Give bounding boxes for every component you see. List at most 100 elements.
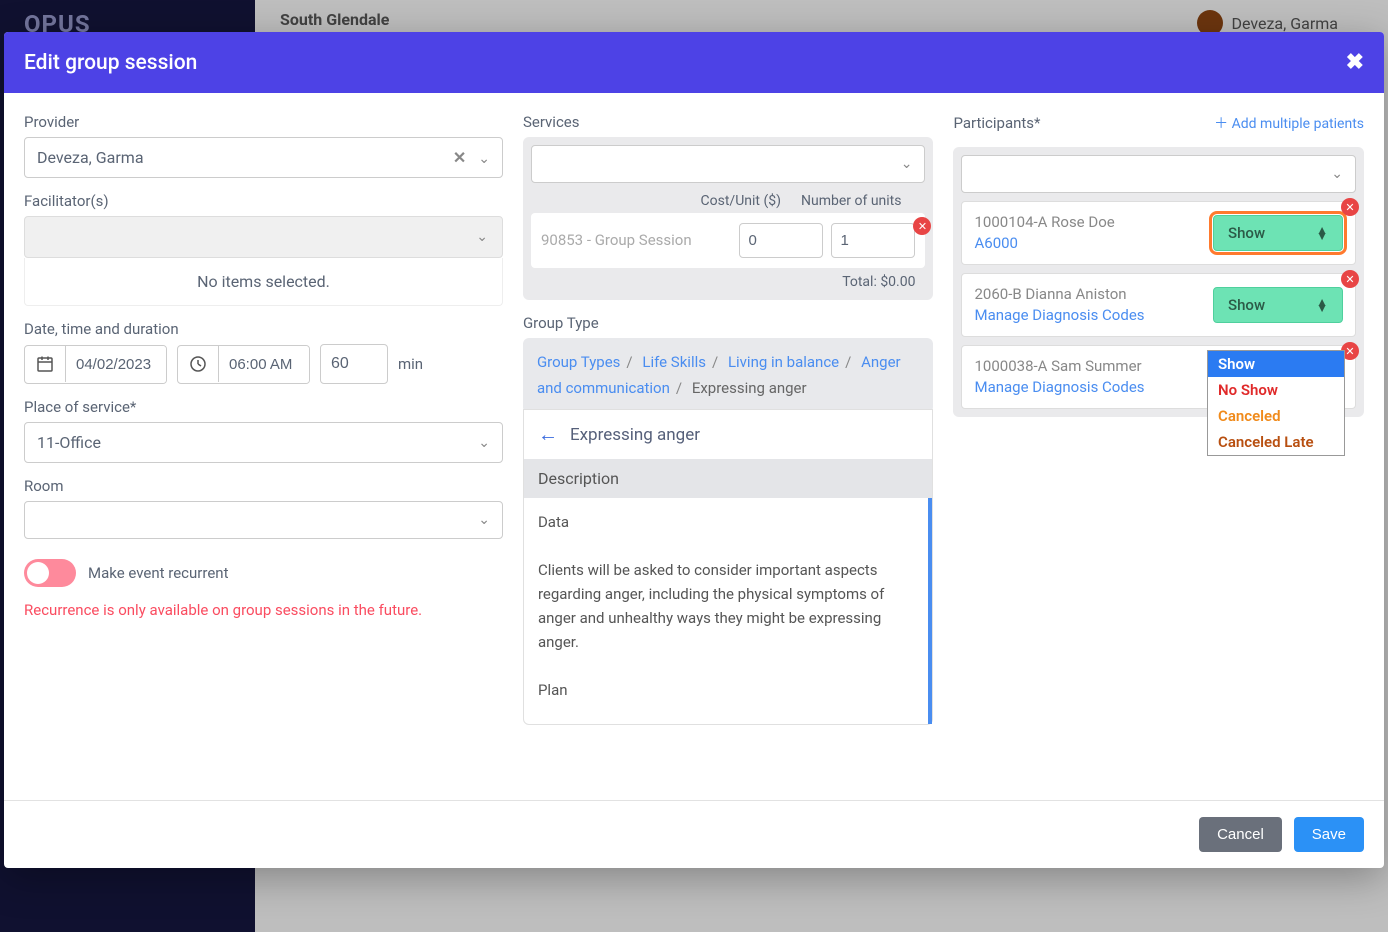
remove-participant-icon[interactable]: ✕ <box>1341 198 1359 216</box>
services-group: Services ⌄ Cost/Unit ($) Number of units… <box>523 113 934 300</box>
participant-select[interactable]: ⌄ <box>961 155 1356 193</box>
service-row: 90853 - Group Session ✕ <box>531 213 926 268</box>
caret-down-icon: ⌄ <box>478 435 490 451</box>
facilitators-box: ⌄ <box>24 216 503 258</box>
date-input[interactable] <box>66 346 166 383</box>
breadcrumb-current: Expressing anger <box>692 379 807 397</box>
datetime-group: Date, time and duration <box>24 320 503 384</box>
caret-down-icon: ⌄ <box>478 151 490 167</box>
room-select[interactable]: ⌄ <box>24 501 503 539</box>
remove-participant-icon[interactable]: ✕ <box>1341 270 1359 288</box>
recurrent-label: Make event recurrent <box>88 564 228 582</box>
datetime-label: Date, time and duration <box>24 320 503 338</box>
duration-input[interactable] <box>320 344 388 384</box>
participants-card: ⌄ 1000104-A Rose Doe A6000 Show ▲▼ ✕ <box>953 147 1364 417</box>
place-select[interactable]: 11-Office ⌄ <box>24 422 503 463</box>
recurrent-toggle[interactable] <box>24 559 76 587</box>
close-icon[interactable]: ✖ <box>1346 50 1364 75</box>
breadcrumb-link[interactable]: Life Skills <box>642 353 706 371</box>
participant-row: 1000104-A Rose Doe A6000 Show ▲▼ ✕ <box>961 201 1356 265</box>
units-header: Number of units <box>801 193 901 209</box>
facilitators-empty: No items selected. <box>24 258 503 306</box>
status-button[interactable]: Show ▲▼ <box>1213 287 1343 323</box>
modal-footer: Cancel Save <box>4 800 1384 868</box>
caret-down-icon: ⌄ <box>478 512 490 528</box>
breadcrumb-link[interactable]: Living in balance <box>728 353 839 371</box>
services-card: ⌄ Cost/Unit ($) Number of units 90853 - … <box>523 137 934 300</box>
status-option-canceled[interactable]: Canceled <box>1208 403 1344 429</box>
place-value: 11-Office <box>37 433 101 452</box>
time-input[interactable] <box>219 346 309 383</box>
services-total: Total: $0.00 <box>531 268 926 292</box>
caret-down-icon: ⌄ <box>476 229 488 245</box>
recurrence-warning: Recurrence is only available on group se… <box>24 601 503 619</box>
participant-id: 1000104-A Rose Doe <box>974 212 1203 233</box>
modal-body: Provider Deveza, Garma ✕ ⌄ Facilitator(s… <box>4 93 1384 800</box>
min-label: min <box>398 356 428 373</box>
place-label: Place of service* <box>24 398 503 416</box>
sort-icon: ▲▼ <box>1316 227 1328 239</box>
status-option-canceled-late[interactable]: Canceled Late <box>1208 429 1344 455</box>
left-column: Provider Deveza, Garma ✕ ⌄ Facilitator(s… <box>24 113 503 780</box>
time-input-wrap[interactable] <box>177 345 310 384</box>
cancel-button[interactable]: Cancel <box>1199 817 1282 852</box>
modal-header: Edit group session ✖ <box>4 32 1384 93</box>
remove-service-icon[interactable]: ✕ <box>913 217 931 235</box>
participant-id: 2060-B Dianna Aniston <box>974 284 1203 305</box>
services-label: Services <box>523 113 934 131</box>
clear-icon[interactable]: ✕ <box>453 148 466 167</box>
middle-column: Services ⌄ Cost/Unit ($) Number of units… <box>523 113 934 780</box>
clock-icon <box>178 346 219 382</box>
status-button[interactable]: Show ▲▼ <box>1213 215 1343 251</box>
desc-data-h: Data <box>538 510 915 534</box>
sort-icon: ▲▼ <box>1316 299 1328 311</box>
group-type-label: Group Type <box>523 314 934 332</box>
description-header: Description <box>524 459 933 498</box>
status-dropdown: Show No Show Canceled Canceled Late <box>1207 350 1345 456</box>
participant-row: 1000038-A Sam Summer Manage Diagnosis Co… <box>961 345 1356 409</box>
facilitators-group: Facilitator(s) ⌄ No items selected. <box>24 192 503 306</box>
facilitators-select[interactable]: ⌄ <box>29 221 498 253</box>
group-type-title: Expressing anger <box>570 425 700 445</box>
cost-header: Cost/Unit ($) <box>701 193 781 209</box>
description-body[interactable]: Data Clients will be asked to consider i… <box>524 498 933 724</box>
cost-input[interactable] <box>739 223 823 258</box>
participant-row: 2060-B Dianna Aniston Manage Diagnosis C… <box>961 273 1356 337</box>
edit-group-session-modal: Edit group session ✖ Provider Deveza, Ga… <box>4 32 1384 868</box>
back-arrow-icon[interactable]: ← <box>538 422 558 447</box>
participant-manage-link[interactable]: Manage Diagnosis Codes <box>974 305 1203 326</box>
service-name: 90853 - Group Session <box>541 231 732 251</box>
save-button[interactable]: Save <box>1294 817 1364 852</box>
modal-title: Edit group session <box>24 51 197 75</box>
service-headers: Cost/Unit ($) Number of units <box>531 183 926 213</box>
right-column: Participants* ＋ Add multiple patients ⌄ … <box>953 113 1364 780</box>
provider-select[interactable]: Deveza, Garma ✕ ⌄ <box>24 137 503 178</box>
desc-plan-h: Plan <box>538 678 915 702</box>
participant-code-link[interactable]: A6000 <box>974 233 1203 254</box>
room-label: Room <box>24 477 503 495</box>
caret-down-icon: ⌄ <box>901 156 913 172</box>
participant-manage-link[interactable]: Manage Diagnosis Codes <box>974 377 1195 398</box>
provider-value: Deveza, Garma <box>37 148 144 167</box>
provider-group: Provider Deveza, Garma ✕ ⌄ <box>24 113 503 178</box>
desc-data-p: Clients will be asked to consider import… <box>538 558 915 654</box>
participant-id: 1000038-A Sam Summer <box>974 356 1195 377</box>
status-option-noshow[interactable]: No Show <box>1208 377 1344 403</box>
provider-label: Provider <box>24 113 503 131</box>
facilitators-label: Facilitator(s) <box>24 192 503 210</box>
calendar-icon <box>25 346 66 382</box>
status-option-show[interactable]: Show <box>1208 351 1344 377</box>
add-multiple-link[interactable]: ＋ Add multiple patients <box>1214 113 1364 133</box>
group-type-title-row: ← Expressing anger <box>524 410 933 459</box>
caret-down-icon: ⌄ <box>1331 166 1343 182</box>
service-select[interactable]: ⌄ <box>531 145 926 183</box>
participants-header: Participants* ＋ Add multiple patients <box>953 113 1364 133</box>
recurrent-row: Make event recurrent <box>24 559 503 587</box>
breadcrumb-link[interactable]: Group Types <box>537 353 620 371</box>
participants-label: Participants* <box>953 114 1040 132</box>
place-group: Place of service* 11-Office ⌄ <box>24 398 503 463</box>
units-input[interactable] <box>831 223 915 258</box>
room-group: Room ⌄ <box>24 477 503 539</box>
date-input-wrap[interactable] <box>24 345 167 384</box>
group-type-group: Group Type Group Types/ Life Skills/ Liv… <box>523 314 934 725</box>
